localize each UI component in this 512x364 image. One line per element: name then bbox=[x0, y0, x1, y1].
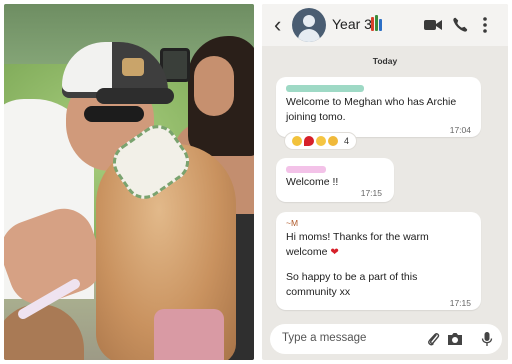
photo-woman-face bbox=[194, 56, 234, 116]
message-input-bar[interactable]: Type a message bbox=[270, 324, 502, 354]
thumbs-up-icon bbox=[328, 136, 338, 146]
back-arrow-icon[interactable]: ‹ bbox=[274, 14, 288, 36]
sender-name: ~M bbox=[286, 218, 299, 228]
phone-icon[interactable] bbox=[451, 15, 469, 35]
video-camera-icon[interactable] bbox=[423, 15, 443, 35]
message-text: Hi moms! Thanks for the warm welcome ❤ bbox=[286, 230, 471, 260]
folded-hands-icon bbox=[292, 136, 302, 146]
microphone-icon[interactable] bbox=[481, 331, 493, 347]
camera-icon[interactable] bbox=[446, 331, 464, 347]
chat-window: ‹ Year 3 Today Welcome to Meghan who has… bbox=[262, 4, 508, 360]
books-icon bbox=[371, 15, 383, 31]
message-time: 17:15 bbox=[449, 298, 471, 308]
message-text: Welcome !! bbox=[286, 176, 339, 188]
avatar-head bbox=[303, 15, 315, 27]
chat-header: ‹ Year 3 bbox=[262, 4, 508, 46]
redacted-sender-name bbox=[286, 166, 326, 173]
waving-hand-icon bbox=[316, 136, 326, 146]
message-text-line: So happy to be a part of this community … bbox=[286, 271, 418, 298]
message-bubble[interactable]: ~M Hi moms! Thanks for the warm welcome … bbox=[276, 212, 481, 310]
photo-sunglasses bbox=[84, 106, 144, 122]
red-heart-icon: ❤ bbox=[330, 247, 339, 258]
message-bubble[interactable]: Welcome to Meghan who has Archie joining… bbox=[276, 77, 481, 137]
message-bubble[interactable]: Welcome !! 17:15 bbox=[276, 158, 394, 202]
message-time: 17:04 bbox=[449, 125, 471, 135]
photo-second-child-hair bbox=[4, 304, 84, 360]
photo-cap-brim bbox=[96, 88, 174, 104]
family-photo bbox=[4, 4, 254, 360]
avatar-body bbox=[298, 29, 320, 42]
more-vert-icon[interactable] bbox=[480, 15, 490, 35]
photo-cap-patch bbox=[122, 58, 144, 76]
redacted-sender-name bbox=[286, 85, 364, 92]
message-text-line: Hi moms! Thanks for the warm welcome bbox=[286, 231, 429, 258]
red-heart-icon bbox=[304, 136, 314, 146]
paperclip-icon[interactable] bbox=[426, 331, 440, 347]
message-time: 17:15 bbox=[360, 188, 382, 198]
message-input[interactable]: Type a message bbox=[282, 332, 366, 344]
group-title[interactable]: Year 3 bbox=[332, 14, 372, 34]
date-separator: Today bbox=[372, 56, 398, 66]
message-text: Welcome to Meghan who has Archie joining… bbox=[286, 96, 457, 123]
reaction-count: 4 bbox=[344, 136, 350, 146]
reaction-strip[interactable]: 4 bbox=[284, 132, 358, 150]
photo-child-dress bbox=[154, 309, 224, 360]
person-avatar-icon[interactable] bbox=[292, 8, 326, 42]
